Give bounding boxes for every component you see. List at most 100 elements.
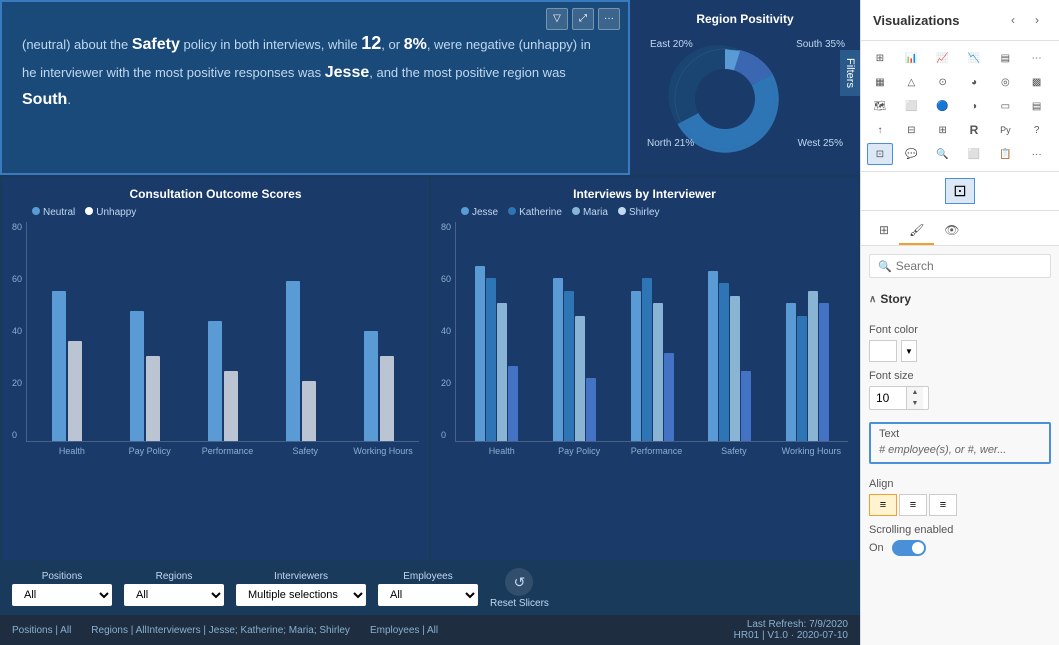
ibar-perf-maria — [653, 303, 663, 441]
viz-icon-key-influencers[interactable]: ⬜ — [961, 143, 987, 165]
visualizations-panel: Visualizations ‹ › ⊞ 📊 📈 📉 ▤ ⋯ ▦ △ ⊙ ◕ ◎… — [860, 0, 1059, 645]
filter-icon[interactable]: ▽ — [546, 8, 568, 30]
viz-icon-combo[interactable]: ▤ — [992, 47, 1018, 69]
viz-icon-narrative[interactable]: ⊡ — [867, 143, 893, 165]
more-icon[interactable]: ··· — [598, 8, 620, 30]
filters-tab[interactable]: Filters — [840, 50, 860, 96]
viz-icon-decomp-tree[interactable]: 🔍 — [930, 143, 956, 165]
consultation-chart-title: Consultation Outcome Scores — [12, 187, 419, 201]
font-size-decrement[interactable]: ▼ — [907, 398, 923, 409]
color-dropdown-btn[interactable]: ▼ — [901, 340, 917, 362]
ibar-work-katherine — [797, 316, 807, 441]
viz-panel-title: Visualizations — [873, 13, 959, 28]
xlabel-health: Health — [36, 446, 108, 456]
xlabel-workhours: Working Hours — [347, 446, 419, 456]
align-right-btn[interactable]: ≡ — [929, 494, 957, 516]
viz-icon-kpi[interactable]: ↑ — [867, 119, 893, 141]
viz-icon-ribbon[interactable]: ⋯ — [1024, 47, 1050, 69]
viz-nav-back[interactable]: ‹ — [1003, 10, 1023, 30]
color-swatch[interactable] — [869, 340, 897, 362]
scrolling-label: Scrolling enabled — [869, 524, 1051, 536]
interviewers-filter-select[interactable]: Multiple selections — [236, 584, 366, 606]
regions-filter-select[interactable]: All — [124, 584, 224, 606]
ixlabel-safety: Safety — [697, 446, 770, 456]
viz-icon-donut[interactable]: ◎ — [992, 71, 1018, 93]
ibar-safety-jesse — [708, 271, 718, 441]
viz-icon-qna[interactable]: ? — [1024, 119, 1050, 141]
bar-health-neutral — [52, 291, 66, 441]
toggle-knob — [912, 542, 924, 554]
selected-viz-icon[interactable]: ⊡ — [945, 178, 975, 204]
status-interviewers: Interviewers | Jesse; Katherine; Maria; … — [147, 625, 350, 636]
donut-panel: Region Positivity — [630, 0, 860, 175]
viz-icon-map[interactable]: 🗺 — [867, 95, 893, 117]
ibar-safety-katherine — [719, 283, 729, 441]
ibar-health-jesse — [475, 266, 485, 441]
viz-icon-treemap[interactable]: ▩ — [1024, 71, 1050, 93]
viz-icon-waterfall[interactable]: ▦ — [867, 71, 893, 93]
viz-icon-r[interactable]: R — [961, 119, 987, 141]
viz-icon-filled-map[interactable]: ⬜ — [898, 95, 924, 117]
font-size-input[interactable] — [870, 388, 906, 408]
narrative-line1: (neutral) about the Safety policy in bot… — [22, 37, 591, 52]
viz-icon-more[interactable]: ··· — [1024, 143, 1050, 165]
status-right: Last Refresh: 7/9/2020 HR01 | V1.0 · 202… — [734, 619, 848, 641]
legend-katherine: Katherine — [508, 207, 562, 218]
main-content-area: ▽ ⤢ ··· (neutral) about the Safety polic… — [0, 0, 860, 645]
consultation-y-axis: 806040200 — [12, 222, 26, 442]
align-left-btn[interactable]: ≡ — [869, 494, 897, 516]
status-center: Interviewers | Jesse; Katherine; Maria; … — [147, 625, 350, 636]
tab-analytics[interactable]: 👁 — [934, 217, 969, 245]
align-center-btn[interactable]: ≡ — [899, 494, 927, 516]
viz-icon-line[interactable]: 📈 — [930, 47, 956, 69]
ibar-health-shirley — [508, 366, 518, 441]
viz-icon-gauge[interactable]: ◑ — [961, 95, 987, 117]
viz-icon-python[interactable]: Py — [992, 119, 1018, 141]
viz-nav-forward[interactable]: › — [1027, 10, 1047, 30]
interviews-x-labels: Health Pay Policy Performance Safety Wor… — [441, 446, 848, 456]
viz-icon-multirow-card[interactable]: ▤ — [1024, 95, 1050, 117]
viz-icon-paginated-report[interactable]: 📋 — [992, 143, 1018, 165]
text-field-value: # employee(s), or #, wer... — [871, 442, 1049, 462]
bar-workhours-neutral — [364, 331, 378, 441]
bottom-filters: Positions All Regions All Interviewers M… — [0, 562, 860, 615]
scrolling-on-label: On — [869, 542, 884, 554]
viz-icon-slicer[interactable]: ⊟ — [898, 119, 924, 141]
tab-fields[interactable]: ⊞ — [869, 217, 899, 245]
viz-icon-bar[interactable]: 📊 — [898, 47, 924, 69]
text-field-wrapper: Text # employee(s), or #, wer... — [861, 418, 1059, 464]
tab-format[interactable]: 🖌 — [899, 217, 934, 245]
positions-filter-select[interactable]: All — [12, 584, 112, 606]
viz-icon-funnel[interactable]: △ — [898, 71, 924, 93]
viz-icon-azure-map[interactable]: 🔵 — [930, 95, 956, 117]
expand-icon[interactable]: ⤢ — [572, 8, 594, 30]
viz-icon-smart-narrative[interactable]: 💬 — [898, 143, 924, 165]
employees-filter-select[interactable]: All — [378, 584, 478, 606]
text-field-container[interactable]: Text # employee(s), or #, wer... — [869, 422, 1051, 464]
viz-icon-area[interactable]: 📉 — [961, 47, 987, 69]
story-header[interactable]: ∧ Story — [869, 286, 1051, 312]
search-box[interactable]: 🔍 — [869, 254, 1051, 278]
viz-icon-table[interactable]: ⊞ — [930, 119, 956, 141]
viz-icon-card[interactable]: ▭ — [992, 95, 1018, 117]
viz-icon-scatter[interactable]: ⊙ — [930, 71, 956, 93]
scrolling-toggle-row: On — [869, 540, 1051, 556]
west-label: West 25% — [798, 138, 843, 149]
xlabel-paypolicy: Pay Policy — [114, 446, 186, 456]
viz-icon-pie[interactable]: ◕ — [961, 71, 987, 93]
reset-slicers-button[interactable]: ↺ Reset Slicers — [490, 568, 549, 609]
viz-nav: ‹ › — [1003, 10, 1047, 30]
font-size-increment[interactable]: ▲ — [907, 387, 923, 398]
align-buttons: ≡ ≡ ≡ — [869, 494, 1051, 516]
scrolling-toggle[interactable] — [892, 540, 926, 556]
bar-health-unhappy — [68, 341, 82, 441]
text-field-label: Text — [871, 424, 1049, 442]
viz-icon-grid: ⊞ 📊 📈 📉 ▤ ⋯ ▦ △ ⊙ ◕ ◎ ▩ 🗺 ⬜ 🔵 ◑ ▭ ▤ ↑ ⊟ … — [861, 41, 1059, 172]
status-left: Positions | All Regions | All — [12, 625, 147, 636]
ibar-perf-jesse — [631, 291, 641, 441]
search-input[interactable] — [896, 259, 1042, 273]
bar-performance-unhappy — [224, 371, 238, 441]
donut-title: Region Positivity — [642, 12, 848, 26]
viz-icon-stacked-bar[interactable]: ⊞ — [867, 47, 893, 69]
legend-unhappy: Unhappy — [85, 207, 136, 218]
